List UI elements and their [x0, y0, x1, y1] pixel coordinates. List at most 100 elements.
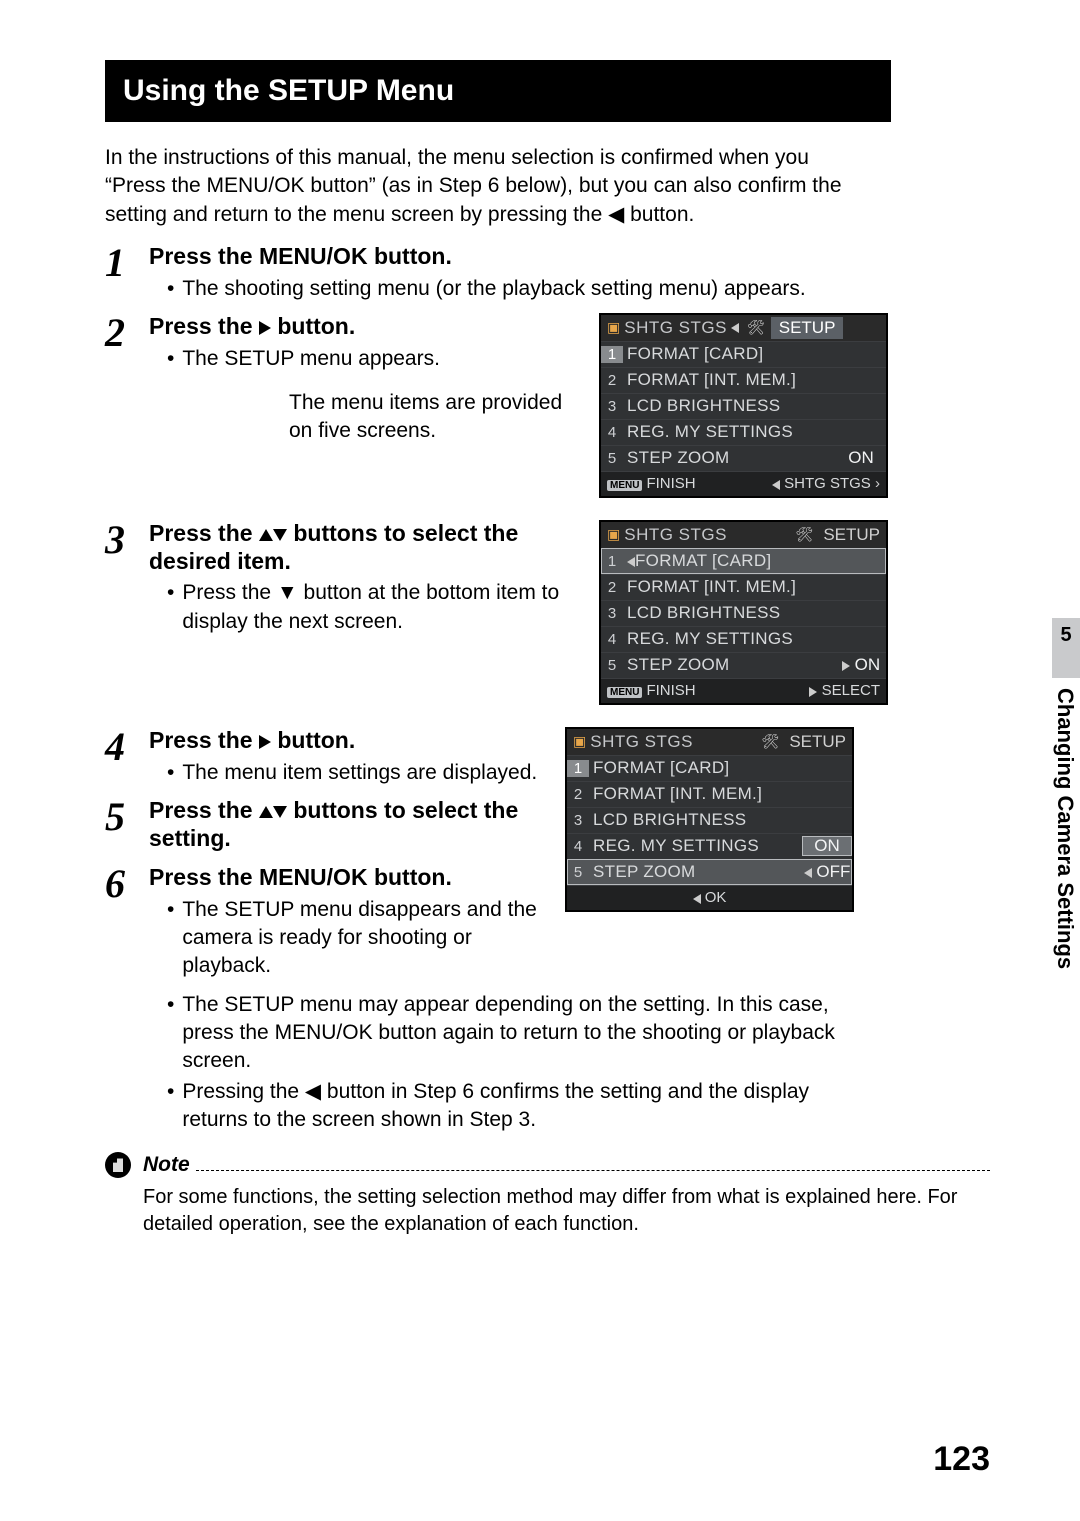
- chapter-number-box: 5: [1052, 618, 1080, 678]
- lcd-row-num: 5: [601, 450, 623, 467]
- wrench-icon: 🛠: [796, 526, 814, 543]
- step-bullet: The SETUP menu appears.: [149, 345, 589, 373]
- lcd-row-num: 4: [567, 838, 589, 855]
- step-3: 3 Press the buttons to select the desire…: [105, 520, 990, 719]
- camera-icon: ▣: [607, 319, 620, 336]
- lcd-row-label: LCD BRIGHTNESS: [623, 396, 886, 416]
- right-arrow-icon: [259, 321, 271, 335]
- lcd-row-label: REG. MY SETTINGS: [589, 836, 802, 856]
- up-arrow-icon: [259, 806, 273, 818]
- lcd-row-value: ON: [836, 448, 886, 468]
- note-header: Note: [105, 1152, 990, 1178]
- lcd-row-num: 3: [601, 605, 623, 622]
- left-arrow-icon: [627, 557, 635, 567]
- lcd-screenshot-2: ▣ SHTG STGS 🛠 SETUP 1FORMAT [CARD] 2FORM…: [599, 520, 888, 705]
- wrench-icon: 🛠: [762, 733, 780, 750]
- lcd-row-num: 2: [601, 372, 623, 389]
- intro-paragraph: In the instructions of this manual, the …: [105, 144, 855, 229]
- lcd-tab-shtg: SHTG STGS: [624, 525, 727, 545]
- left-arrow-icon: [804, 868, 812, 878]
- lcd-row-label: FORMAT [INT. MEM.]: [623, 577, 886, 597]
- lcd-row-label: STEP ZOOM: [623, 655, 836, 675]
- lcd-row-label: FORMAT [CARD]: [623, 551, 886, 571]
- step-number: 5: [105, 797, 149, 856]
- lcd-footer-ok: OK: [693, 889, 727, 906]
- lcd-row-num: 4: [601, 424, 623, 441]
- down-arrow-icon: [273, 806, 287, 818]
- up-arrow-icon: [259, 529, 273, 541]
- lcd-screenshot-1: ▣ SHTG STGS 🛠 SETUP 1FORMAT [CARD] 2FORM…: [599, 313, 888, 498]
- lcd-row-num: 1: [567, 760, 589, 777]
- step-6: 6 Press the MENU/OK button. The SETUP me…: [105, 864, 555, 983]
- step-1: 1 Press the MENU/OK button. The shooting…: [105, 243, 990, 305]
- step-number: 4: [105, 727, 149, 789]
- lcd-row-num: 4: [601, 631, 623, 648]
- note-divider: [196, 1160, 990, 1171]
- step-title: Press the buttons to select the setting.: [149, 797, 555, 852]
- lcd-row-num: 2: [567, 786, 589, 803]
- step-4: 4 Press the button. The menu item settin…: [105, 727, 555, 789]
- page-number: 123: [933, 1440, 990, 1479]
- down-arrow-icon: [273, 529, 287, 541]
- camera-icon: ▣: [607, 526, 620, 543]
- lcd-row-label: STEP ZOOM: [623, 448, 836, 468]
- step-bullet: The menu item settings are displayed.: [149, 759, 555, 787]
- wrench-icon: 🛠: [747, 319, 765, 336]
- step-bullet: The SETUP menu disappears and the camera…: [149, 896, 555, 981]
- step-bullet: Press the ▼ button at the bottom item to…: [149, 579, 589, 636]
- lcd-tab-setup: SETUP: [771, 317, 844, 339]
- chapter-title-vertical: Changing Camera Settings: [1052, 688, 1078, 969]
- lcd-caption: The menu items are provided on five scre…: [289, 389, 589, 446]
- lcd-footer-finish: FINISH: [646, 682, 695, 699]
- lcd-row-label: FORMAT [INT. MEM.]: [623, 370, 886, 390]
- note-label: Note: [143, 1153, 190, 1177]
- lcd-row-label: LCD BRIGHTNESS: [589, 810, 852, 830]
- lcd-tab-setup: SETUP: [823, 525, 880, 545]
- lcd-row-num: 2: [601, 579, 623, 596]
- step-title: Press the button.: [149, 313, 589, 341]
- step-number: 3: [105, 520, 149, 719]
- section-title: Using the SETUP Menu: [105, 60, 891, 122]
- lcd-footer-nav: SHTG STGS ›: [772, 475, 880, 492]
- lcd-screenshot-3: ▣ SHTG STGS 🛠 SETUP 1FORMAT [CARD] 2FORM…: [565, 727, 854, 912]
- step-bullet: Pressing the ◀ button in Step 6 confirms…: [149, 1078, 869, 1135]
- step-2: 2 Press the button. The SETUP menu appea…: [105, 313, 990, 512]
- menu-tag-icon: MENU: [607, 480, 642, 491]
- lcd-row-num: 5: [601, 657, 623, 674]
- lcd-row-label: FORMAT [CARD]: [623, 344, 886, 364]
- lcd-row-num: 3: [601, 398, 623, 415]
- lcd-row-label: LCD BRIGHTNESS: [623, 603, 886, 623]
- lcd-tab-setup: SETUP: [789, 732, 846, 752]
- lcd-row-num: 3: [567, 812, 589, 829]
- lcd-row-label: FORMAT [INT. MEM.]: [589, 784, 852, 804]
- note-body: For some functions, the setting selectio…: [143, 1184, 990, 1238]
- step-title: Press the buttons to select the desired …: [149, 520, 589, 575]
- camera-icon: ▣: [573, 733, 586, 750]
- right-arrow-icon: [259, 735, 271, 749]
- step-title: Press the MENU/OK button.: [149, 864, 555, 892]
- step-bullet: The SETUP menu may appear depending on t…: [149, 991, 869, 1076]
- menu-tag-icon: MENU: [607, 687, 642, 698]
- lcd-row-label: REG. MY SETTINGS: [623, 629, 886, 649]
- lcd-row-value: ON: [836, 655, 886, 675]
- lcd-row-label: REG. MY SETTINGS: [623, 422, 886, 442]
- lcd-row-value: ON: [802, 836, 852, 856]
- lcd-row-label: STEP ZOOM: [589, 862, 802, 882]
- step-title: Press the button.: [149, 727, 555, 755]
- lcd-footer-select: SELECT: [809, 682, 880, 699]
- lcd-footer-finish: FINISH: [646, 475, 695, 492]
- lcd-row-num: 1: [601, 553, 623, 570]
- step-number: 1: [105, 243, 149, 305]
- lcd-row-num: 1: [601, 346, 623, 363]
- step-number: 6: [105, 864, 149, 983]
- lcd-tab-shtg: SHTG STGS: [590, 732, 693, 752]
- lcd-row-num: 5: [567, 864, 589, 881]
- right-arrow-icon: [842, 661, 850, 671]
- step-title: Press the MENU/OK button.: [149, 243, 990, 271]
- step-5: 5 Press the buttons to select the settin…: [105, 797, 555, 856]
- step-number: 2: [105, 313, 149, 512]
- note-icon: [105, 1152, 131, 1178]
- lcd-tab-shtg: SHTG STGS: [624, 318, 727, 338]
- chapter-side-tab: 5 Changing Camera Settings: [1040, 618, 1080, 1018]
- lcd-row-value: OFF: [802, 862, 852, 882]
